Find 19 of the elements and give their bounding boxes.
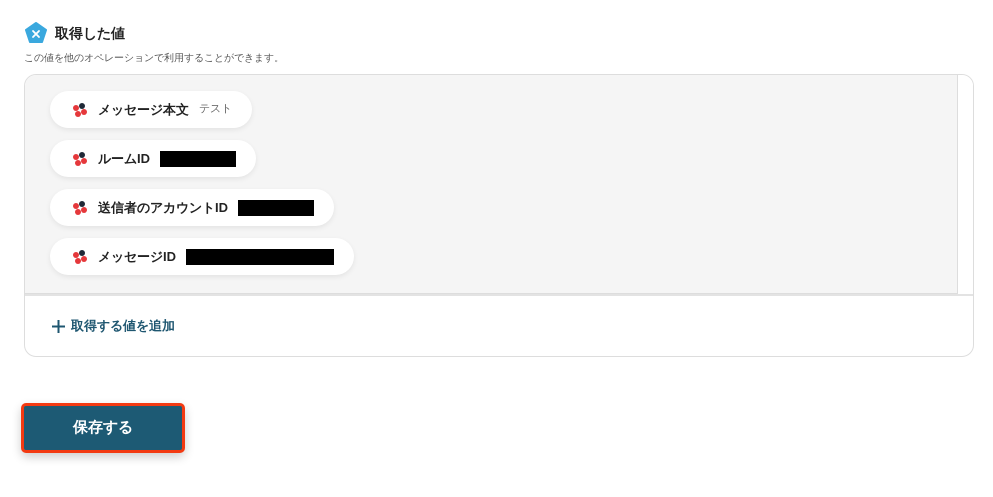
chip-label: メッセージID (98, 248, 176, 266)
value-chip[interactable]: メッセージ本文 テスト (50, 91, 252, 128)
plus-icon (52, 320, 65, 332)
save-button[interactable]: 保存する (21, 403, 185, 453)
chip-value: テスト (199, 102, 232, 118)
chip-label: メッセージ本文 (98, 100, 189, 119)
value-chip[interactable]: 送信者のアカウントID (50, 189, 334, 226)
pentagon-x-icon (25, 22, 47, 44)
chip-label: 送信者のアカウントID (98, 198, 228, 217)
add-value-button[interactable]: 取得する値を追加 (52, 316, 175, 336)
dots-logo-icon (72, 248, 88, 264)
dots-logo-icon (72, 200, 88, 216)
dots-logo-icon (72, 150, 88, 166)
value-chip[interactable]: メッセージID (50, 238, 354, 275)
value-chip[interactable]: ルームID (50, 140, 256, 177)
section-title: 取得した値 (55, 24, 125, 42)
chip-label: ルームID (98, 150, 150, 168)
section-description: この値を他のオペレーションで利用することができます。 (24, 52, 285, 66)
dots-logo-icon (72, 102, 88, 118)
